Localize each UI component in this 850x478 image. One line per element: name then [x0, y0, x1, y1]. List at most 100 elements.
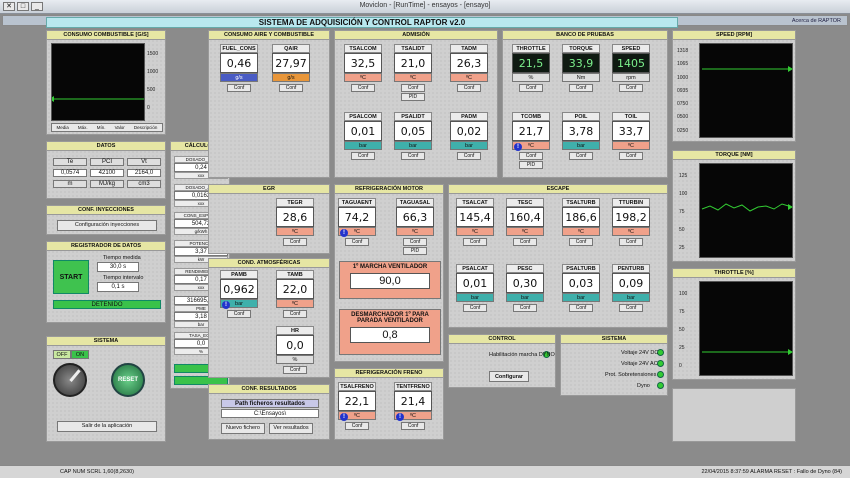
sensor-caption: POIL: [562, 112, 600, 121]
sensor-unit: bar: [562, 293, 600, 302]
conf-button[interactable]: Conf: [513, 304, 537, 312]
sensor-card: PADM 0,02 bar Conf: [450, 112, 488, 172]
conf-button[interactable]: Conf: [457, 84, 481, 92]
conf-button[interactable]: Conf: [345, 422, 369, 430]
conf-button[interactable]: Conf: [401, 422, 425, 430]
conf-button[interactable]: Conf: [401, 152, 425, 160]
conf-button[interactable]: Conf: [457, 152, 481, 160]
conf-button[interactable]: Conf: [569, 152, 593, 160]
label-sobretensiones: Prot. Sobretensiones: [605, 372, 657, 378]
sensor-card: TSALCOM 32,5 ºC Conf: [344, 44, 382, 104]
refreno-title: REFRIGERACIÓN FRENO: [335, 369, 443, 378]
window-maximize-button[interactable]: □: [17, 2, 29, 11]
sensor-unit: %: [276, 355, 314, 364]
conf-button[interactable]: Conf: [569, 84, 593, 92]
sensor-card: PSALTURB 0,03 bar Conf: [562, 264, 600, 324]
sensor-unit: ºC: [276, 299, 314, 308]
conf-button[interactable]: Conf: [403, 238, 427, 246]
conf-button[interactable]: Conf: [619, 304, 643, 312]
sensor-caption: TEGR: [276, 198, 314, 207]
conf-button[interactable]: Conf: [279, 84, 303, 92]
reset-button[interactable]: RESET: [111, 363, 145, 397]
window-minimize-button[interactable]: _: [31, 2, 43, 11]
sensor-caption: TSALTURB: [562, 198, 600, 207]
sensor-caption: TTURBIN: [612, 198, 650, 207]
window-title: Moviclon - [RunTime] - ensayos - [ensayo…: [359, 2, 491, 9]
conf-button[interactable]: Conf: [463, 238, 487, 246]
sensor-caption: PAMB: [220, 270, 258, 279]
conf-button[interactable]: Conf: [345, 238, 369, 246]
sensor-value: 186,6: [562, 207, 600, 227]
window-close-button[interactable]: ✕: [3, 2, 15, 11]
led-24vac: [657, 360, 664, 367]
sensor-card: SPEED 1405 rpm Conf: [612, 44, 650, 104]
sensor-card: PAMB 0,962 bar Conf!: [220, 270, 258, 330]
sensor-card: PENTURB 0,09 bar Conf: [612, 264, 650, 324]
sensor-unit: bar: [562, 141, 600, 150]
sensor-value: 28,6: [276, 207, 314, 227]
sensor-unit: g/s: [272, 73, 310, 82]
conf-button[interactable]: Conf: [283, 310, 307, 318]
sensor-value: 1405: [612, 53, 650, 73]
configurar-button[interactable]: Configurar: [489, 371, 529, 382]
conf-button[interactable]: Conf: [351, 152, 375, 160]
conf-button[interactable]: Conf: [619, 152, 643, 160]
warning-icon: !: [340, 413, 348, 421]
sensor-caption: TORQUE: [562, 44, 600, 53]
sensor-unit: bar: [344, 141, 382, 150]
pid-button[interactable]: PID: [519, 161, 543, 169]
conf-button[interactable]: Conf: [227, 84, 251, 92]
conf-button[interactable]: Conf: [569, 238, 593, 246]
conf-button[interactable]: Conf: [519, 84, 543, 92]
conf-button[interactable]: Conf: [283, 238, 307, 246]
sensor-value: 198,2: [612, 207, 650, 227]
path-input[interactable]: C:\Ensayos\: [221, 409, 319, 418]
conf-button[interactable]: Conf: [351, 84, 375, 92]
configurar-inyecciones-button[interactable]: Configuración inyecciones: [57, 220, 157, 231]
tiempo-intervalo-input[interactable]: 0,1 s: [97, 282, 139, 292]
sistema-panel: SISTEMA Voltaje 24V DC Voltaje 24V AC Pr…: [560, 334, 668, 396]
sensor-unit: %: [512, 73, 550, 82]
sensor-caption: TSALFRENO: [338, 382, 376, 391]
conf-button[interactable]: Conf: [463, 304, 487, 312]
conf-button[interactable]: Conf: [283, 366, 307, 374]
sensor-card: POIL 3,78 bar Conf: [562, 112, 600, 172]
power-knob[interactable]: [53, 363, 87, 397]
egr-title: EGR: [209, 185, 329, 194]
start-button[interactable]: START: [53, 260, 89, 294]
status-message: 22/04/2015 8:37:59 ALARMA RESET : Fallo …: [701, 469, 842, 475]
app-title: SISTEMA DE ADQUISICIÓN Y CONTROL RAPTOR …: [46, 17, 678, 28]
conf-button[interactable]: Conf: [401, 84, 425, 92]
salir-button[interactable]: Salir de la aplicación: [57, 421, 157, 432]
admision-title: ADMISIÓN: [335, 31, 497, 40]
conf-button[interactable]: Conf: [513, 238, 537, 246]
sensor-value: 33,9: [562, 53, 600, 73]
sensor-card: TORQUE 33,9 Nm Conf: [562, 44, 600, 104]
conf-button[interactable]: Conf: [569, 304, 593, 312]
sensor-caption: TOIL: [612, 112, 650, 121]
marcha-ventilador-value[interactable]: 90,0: [350, 273, 430, 289]
sensor-unit: ºC: [396, 227, 434, 236]
conf-button[interactable]: Conf: [227, 310, 251, 318]
sensor-caption: TCOMB: [512, 112, 550, 121]
conf-button[interactable]: Conf: [619, 84, 643, 92]
nuevo-fichero-button[interactable]: Nuevo fichero: [221, 423, 265, 434]
about-link[interactable]: Acerca de RAPTOR: [792, 18, 841, 24]
sensor-card: PESC 0,30 bar Conf: [506, 264, 544, 324]
sensor-card: TAGUAENT 74,2 ºC Conf!: [338, 198, 376, 258]
sensor-card: TESC 160,4 ºC Conf: [506, 198, 544, 258]
tiempo-medida-input[interactable]: 30,0 s: [97, 262, 139, 272]
off-toggle[interactable]: OFF: [53, 350, 71, 359]
warning-icon: !: [340, 229, 348, 237]
parada-ventilador-value[interactable]: 0,8: [350, 327, 430, 343]
conf-button[interactable]: Conf: [619, 238, 643, 246]
sensor-caption: PSALCAT: [456, 264, 494, 273]
conf-button[interactable]: Conf: [519, 152, 543, 160]
on-toggle[interactable]: ON: [71, 350, 89, 359]
datos-title: DATOS: [47, 142, 165, 151]
sensor-card: TEGR 28,6 ºC Conf: [276, 198, 314, 258]
ver-resultados-button[interactable]: Ver resultados: [269, 423, 313, 434]
pid-button[interactable]: PID: [403, 247, 427, 255]
pid-button[interactable]: PID: [401, 93, 425, 101]
consumo-graph-title: CONSUMO COMBUSTIBLE [g/s]: [47, 31, 165, 40]
